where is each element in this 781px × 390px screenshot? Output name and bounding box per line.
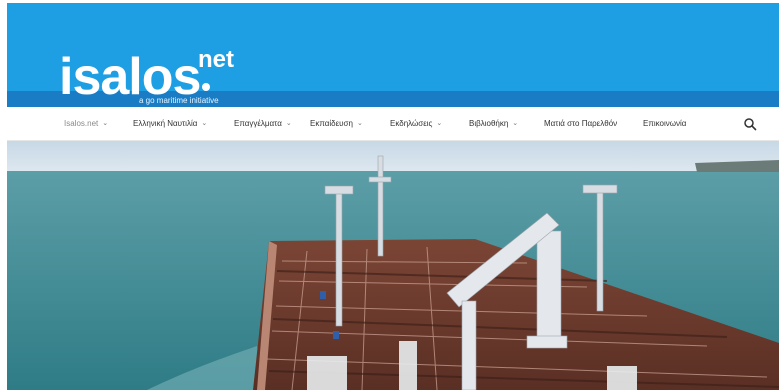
- logo-dot: [202, 83, 210, 91]
- nav-item-education[interactable]: Εκπαίδευση ⌄: [310, 107, 363, 140]
- nav-item-label: Εκδηλώσεις: [390, 119, 433, 128]
- hero-image-illustration: [7, 141, 779, 390]
- nav-item-label: Isalos.net: [64, 119, 99, 128]
- hero-image: [7, 141, 779, 390]
- nav-item-label: Εκπαίδευση: [310, 119, 353, 128]
- nav-item-label: Βιβλιοθήκη: [469, 119, 509, 128]
- page-frame: isalos net a go maritime initiative Isal…: [7, 3, 779, 390]
- nav-item-label: Επαγγέλματα: [234, 119, 282, 128]
- nav-item-professions[interactable]: Επαγγέλματα ⌄: [234, 107, 292, 140]
- nav-item-label: Επικοινωνία: [643, 119, 687, 128]
- chevron-down-icon: ⌄: [285, 120, 292, 127]
- nav-item-past-glance[interactable]: Ματιά στο Παρελθόν: [544, 107, 617, 140]
- chevron-down-icon: ⌄: [512, 120, 519, 127]
- nav-item-greek-shipping[interactable]: Ελληνική Ναυτιλία ⌄: [133, 107, 207, 140]
- chevron-down-icon: ⌄: [102, 120, 109, 127]
- nav-item-label: Ματιά στο Παρελθόν: [544, 119, 618, 128]
- logo-sup-text: net: [198, 46, 234, 73]
- main-nav: Isalos.net ⌄ Ελληνική Ναυτιλία ⌄ Επαγγέλμα…: [7, 107, 779, 141]
- nav-item-contact[interactable]: Επικοινωνία: [643, 107, 686, 140]
- site-header: isalos net a go maritime initiative: [7, 3, 779, 107]
- site-tagline: a go maritime initiative: [139, 96, 219, 105]
- nav-item-label: Ελληνική Ναυτιλία: [133, 119, 198, 128]
- chevron-down-icon: ⌄: [201, 120, 208, 127]
- chevron-down-icon: ⌄: [436, 120, 443, 127]
- nav-item-events[interactable]: Εκδηλώσεις ⌄: [390, 107, 442, 140]
- nav-item-library[interactable]: Βιβλιοθήκη ⌄: [469, 107, 518, 140]
- chevron-down-icon: ⌄: [356, 120, 363, 127]
- search-icon[interactable]: [743, 117, 757, 131]
- nav-item-isalos[interactable]: Isalos.net ⌄: [64, 107, 108, 140]
